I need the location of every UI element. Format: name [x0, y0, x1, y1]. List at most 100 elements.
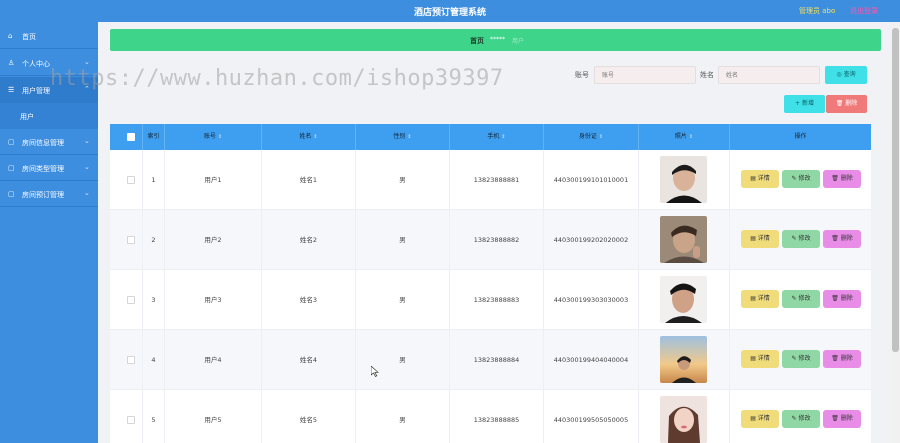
cell-phone: 13823888882 [450, 210, 544, 270]
detail-button[interactable]: ▤ 详情 [741, 290, 779, 308]
room-icon: ▢ [8, 138, 15, 146]
logout-link[interactable]: 退出登录 [850, 6, 878, 16]
sidebar-item-label: 房间类型管理 [22, 165, 64, 173]
sort-icon[interactable]: ⇕ [501, 134, 505, 140]
row-checkbox[interactable] [127, 236, 135, 244]
table-row: 2 用户2 姓名2 男 13823888882 4403001992020200… [110, 210, 871, 270]
page-scrollbar[interactable] [891, 22, 900, 443]
account-search-input[interactable] [594, 66, 696, 84]
search-button[interactable]: ◎ 查询 [825, 66, 867, 84]
user-photo [660, 276, 707, 323]
edit-button[interactable]: ✎ 修改 [782, 230, 820, 248]
breadcrumb-separator: ***** [490, 36, 505, 43]
mouse-cursor-icon [371, 366, 379, 377]
table-row: 5 用户5 姓名5 男 13823888885 4403001995050500… [110, 390, 871, 443]
detail-button[interactable]: ▤ 详情 [741, 350, 779, 368]
sidebar-item-label: 个人中心 [22, 60, 50, 68]
add-button[interactable]: + 新增 [784, 95, 825, 113]
sidebar-item-room-info[interactable]: ▢ 房间信息管理 ⌄ [0, 129, 98, 155]
header-photo[interactable]: 照片 ⇕ [639, 124, 730, 150]
chevron-down-icon: ⌄ [84, 163, 90, 171]
edit-button[interactable]: ✎ 修改 [782, 170, 820, 188]
users-icon: ☰ [8, 86, 15, 94]
header-account[interactable]: 账号 ⇕ [165, 124, 262, 150]
select-all-checkbox[interactable] [127, 133, 135, 141]
cell-phone: 13823888885 [450, 390, 544, 443]
sidebar-item-home[interactable]: ⌂ 首页 [0, 23, 98, 49]
edit-button[interactable]: ✎ 修改 [782, 290, 820, 308]
batch-delete-button[interactable]: 🗑 删除 [826, 95, 867, 113]
header-id-card[interactable]: 身份证 ⇕ [544, 124, 639, 150]
sort-icon[interactable]: ⇕ [218, 134, 222, 140]
cell-gender: 男 [356, 270, 450, 330]
sidebar-subitem-users[interactable]: 用户 [0, 103, 98, 129]
sidebar-item-room-booking[interactable]: ▢ 房间预订管理 ⌄ [0, 181, 98, 207]
user-photo [660, 216, 707, 263]
cell-id-card: 440300199303030003 [544, 270, 639, 330]
cell-gender: 男 [356, 210, 450, 270]
cell-name: 姓名3 [262, 270, 356, 330]
edit-button[interactable]: ✎ 修改 [782, 410, 820, 428]
chevron-down-icon: ⌄ [84, 137, 90, 145]
user-table: 索引 账号 ⇕ 姓名 ⇕ 性别 ⇕ 手机 ⇕ 身份证 ⇕ 照片 ⇕ 操作 1 用户1 姓名1… [110, 124, 871, 443]
sidebar-item-label: 房间预订管理 [22, 191, 64, 199]
row-checkbox[interactable] [127, 296, 135, 304]
table-row: 1 用户1 姓名1 男 13823888881 4403001991010100… [110, 150, 871, 210]
table-row: 3 用户3 姓名3 男 13823888883 4403001993030300… [110, 270, 871, 330]
row-checkbox[interactable] [127, 416, 135, 424]
cell-index: 4 [143, 330, 165, 390]
cell-name: 姓名1 [262, 150, 356, 210]
delete-button[interactable]: 🗑 删除 [823, 290, 861, 308]
header-select-all[interactable] [110, 124, 143, 150]
detail-button[interactable]: ▤ 详情 [741, 170, 779, 188]
delete-button[interactable]: 🗑 删除 [823, 170, 861, 188]
detail-button[interactable]: ▤ 详情 [741, 410, 779, 428]
header-actions: 操作 [794, 133, 807, 140]
scrollbar-thumb[interactable] [892, 28, 899, 352]
sort-icon[interactable]: ⇕ [599, 134, 603, 140]
account-label: 账号 [575, 71, 589, 79]
delete-button[interactable]: 🗑 删除 [823, 230, 861, 248]
header-phone[interactable]: 手机 ⇕ [450, 124, 544, 150]
header-name[interactable]: 姓名 ⇕ [262, 124, 356, 150]
breadcrumb-current: 用户 [512, 38, 525, 45]
sort-icon[interactable]: ⇕ [313, 134, 317, 140]
sort-icon[interactable]: ⇕ [689, 134, 693, 140]
admin-user-label: 管理员 abo [799, 7, 836, 15]
cell-index: 1 [143, 150, 165, 210]
header-index: 索引 [143, 124, 165, 150]
cell-gender: 男 [356, 150, 450, 210]
name-search-input[interactable] [718, 66, 820, 84]
breadcrumb-home[interactable]: 首页 [470, 36, 484, 46]
row-checkbox[interactable] [127, 176, 135, 184]
delete-button[interactable]: 🗑 删除 [823, 350, 861, 368]
detail-button[interactable]: ▤ 详情 [741, 230, 779, 248]
cell-gender: 男 [356, 390, 450, 443]
sort-icon[interactable]: ⇕ [407, 134, 411, 140]
delete-button[interactable]: 🗑 删除 [823, 410, 861, 428]
breadcrumb: 首页 ***** 用户 [110, 29, 881, 51]
cell-gender: 男 [356, 330, 450, 390]
row-checkbox[interactable] [127, 356, 135, 364]
cell-account: 用户1 [165, 150, 262, 210]
cell-phone: 13823888884 [450, 330, 544, 390]
user-photo [660, 156, 707, 203]
user-icon: ♙ [8, 59, 15, 67]
cell-phone: 13823888883 [450, 270, 544, 330]
cell-index: 5 [143, 390, 165, 443]
sidebar-item-room-type[interactable]: ▢ 房间类型管理 ⌄ [0, 155, 98, 181]
app-title: 酒店预订管理系统 [413, 8, 486, 18]
table-row: 4 用户4 姓名4 男 13823888884 4403001994040400… [110, 330, 871, 390]
name-label: 姓名 [700, 71, 714, 79]
header-gender[interactable]: 性别 ⇕ [356, 124, 450, 150]
cell-index: 2 [143, 210, 165, 270]
cell-id-card: 440300199101010001 [544, 150, 639, 210]
table-header: 索引 账号 ⇕ 姓名 ⇕ 性别 ⇕ 手机 ⇕ 身份证 ⇕ 照片 ⇕ 操作 [110, 124, 871, 150]
edit-button[interactable]: ✎ 修改 [782, 350, 820, 368]
cell-phone: 13823888881 [450, 150, 544, 210]
category-icon: ▢ [8, 164, 15, 172]
watermark-text: https://www.huzhan.com/ishop39397 [50, 66, 504, 91]
cell-index: 3 [143, 270, 165, 330]
cell-id-card: 440300199202020002 [544, 210, 639, 270]
top-bar: 酒店预订管理系统 管理员 abo 退出登录 [0, 0, 900, 22]
